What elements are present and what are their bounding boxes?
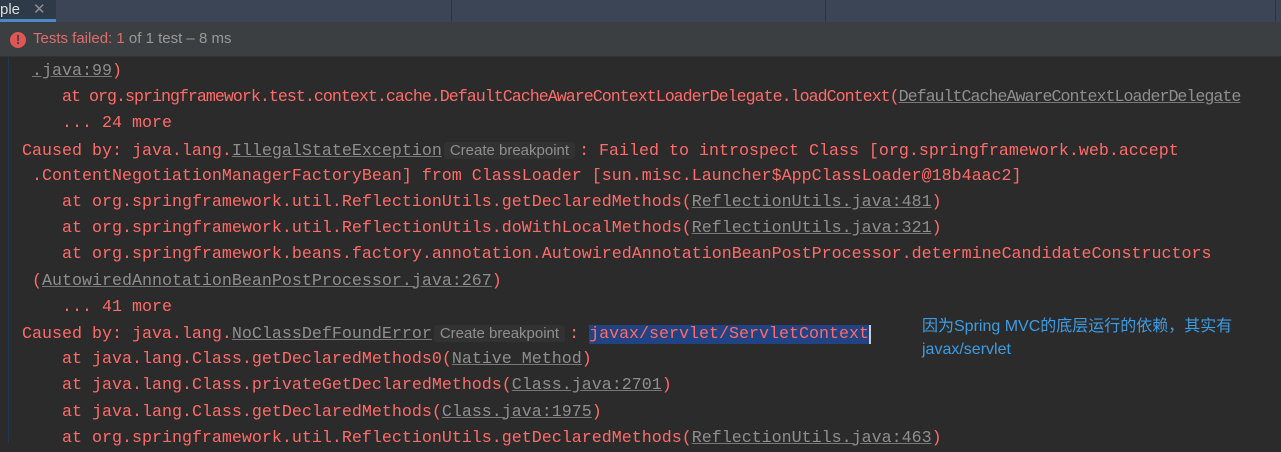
stack-text: at java.lang.Class.getDeclaredMethods0( [62,350,452,370]
console-line: Caused by: java.lang.IllegalStateExcepti… [22,138,1179,164]
stack-text: : Failed to introspect Class [org.spring… [579,141,1179,161]
source-link[interactable]: DefaultCacheAwareContextLoaderDelegate [899,88,1242,107]
console-line: ... 41 more [62,295,172,321]
stack-text: at org.springframework.test.context.cach… [62,88,900,108]
console-line: at org.springframework.util.ReflectionUt… [62,190,942,216]
tab-label: ple [0,1,21,18]
stack-text: ... 24 more [62,114,172,134]
stack-text: ) [931,428,942,448]
create-breakpoint-button[interactable]: Create breakpoint [443,141,576,159]
editor-tab-bar: ple ✕ [0,0,1281,22]
selected-text[interactable]: javax/servlet/ServletContext [589,325,871,344]
stack-text: Caused by: java.lang. [22,141,232,161]
stack-text: : [569,325,590,344]
tab-divider [825,0,826,22]
console-line: at org.springframework.beans.factory.ann… [62,242,1211,268]
console-line: at java.lang.Class.getDeclaredMethods0(N… [62,347,592,373]
stack-text: at java.lang.Class.privateGetDeclaredMet… [62,376,512,396]
failed-count: 1 [116,30,125,47]
stack-text: ) [591,402,602,422]
source-link[interactable]: ReflectionUtils.java:321 [692,219,932,238]
source-link[interactable]: Native Method [452,350,582,369]
source-link[interactable]: ReflectionUtils.java:463 [692,429,932,448]
console-line: at org.springframework.util.ReflectionUt… [62,426,942,452]
stack-text: at org.springframework.util.ReflectionUt… [62,219,692,239]
source-link[interactable]: AutowiredAnnotationBeanPostProcessor.jav… [42,272,492,291]
console-gutter [0,57,9,443]
run-tab[interactable]: ple ✕ [0,0,56,22]
stack-text: Caused by: java.lang. [22,325,232,344]
console-line: at org.springframework.test.context.cach… [62,85,1242,111]
error-icon: ! [10,32,26,48]
stack-text: ... 41 more [62,297,172,317]
create-breakpoint-button[interactable]: Create breakpoint [433,325,566,342]
stack-text: ) [111,62,122,81]
console-line: .java:99) [32,59,122,85]
console-line: Caused by: java.lang.NoClassDefFoundErro… [22,321,871,347]
test-status-bar: ! Tests failed: 1 of 1 test – 8 ms [0,22,1281,57]
stack-text: .ContentNegotiationManagerFactoryBean] f… [32,166,1022,186]
source-link[interactable]: ReflectionUtils.java:481 [692,193,932,212]
console-line: (AutowiredAnnotationBeanPostProcessor.ja… [32,269,502,295]
console-line: at org.springframework.util.ReflectionUt… [62,216,942,242]
close-icon[interactable]: ✕ [33,0,46,19]
stack-text: ) [661,376,672,396]
console-line: at java.lang.Class.getDeclaredMethods(Cl… [62,400,602,426]
source-link[interactable]: Class.java:2701 [512,376,662,395]
annotation-note: 因为Spring MVC的底层运行的依赖，其实有 javax/servlet [922,318,1233,358]
status-summary: of 1 test – 8 ms [124,30,232,47]
stack-text: ) [581,350,592,370]
stack-text: at org.springframework.beans.factory.ann… [62,245,1212,265]
console-line: at java.lang.Class.privateGetDeclaredMet… [62,373,672,399]
stack-text: ) [931,219,942,239]
source-link[interactable]: Class.java:1975 [442,403,592,422]
test-status-text: Tests failed: 1 of 1 test – 8 ms [33,30,231,47]
stack-text: at org.springframework.util.ReflectionUt… [62,428,692,448]
source-link[interactable]: NoClassDefFoundError [232,325,432,344]
source-link[interactable]: IllegalStateException [232,142,442,161]
stack-text: at java.lang.Class.getDeclaredMethods( [62,402,442,422]
stack-text: ( [32,271,42,291]
console-line: ... 24 more [62,111,172,137]
stack-text: at org.springframework.util.ReflectionUt… [62,193,692,212]
stack-text: ) [491,271,502,291]
stack-text: ) [931,193,942,212]
source-link[interactable]: .java:99 [32,62,112,81]
tab-divider [451,0,452,22]
tab-divider [1275,0,1276,22]
failed-label: Tests failed: [33,30,113,47]
console-line: .ContentNegotiationManagerFactoryBean] f… [32,164,1022,190]
